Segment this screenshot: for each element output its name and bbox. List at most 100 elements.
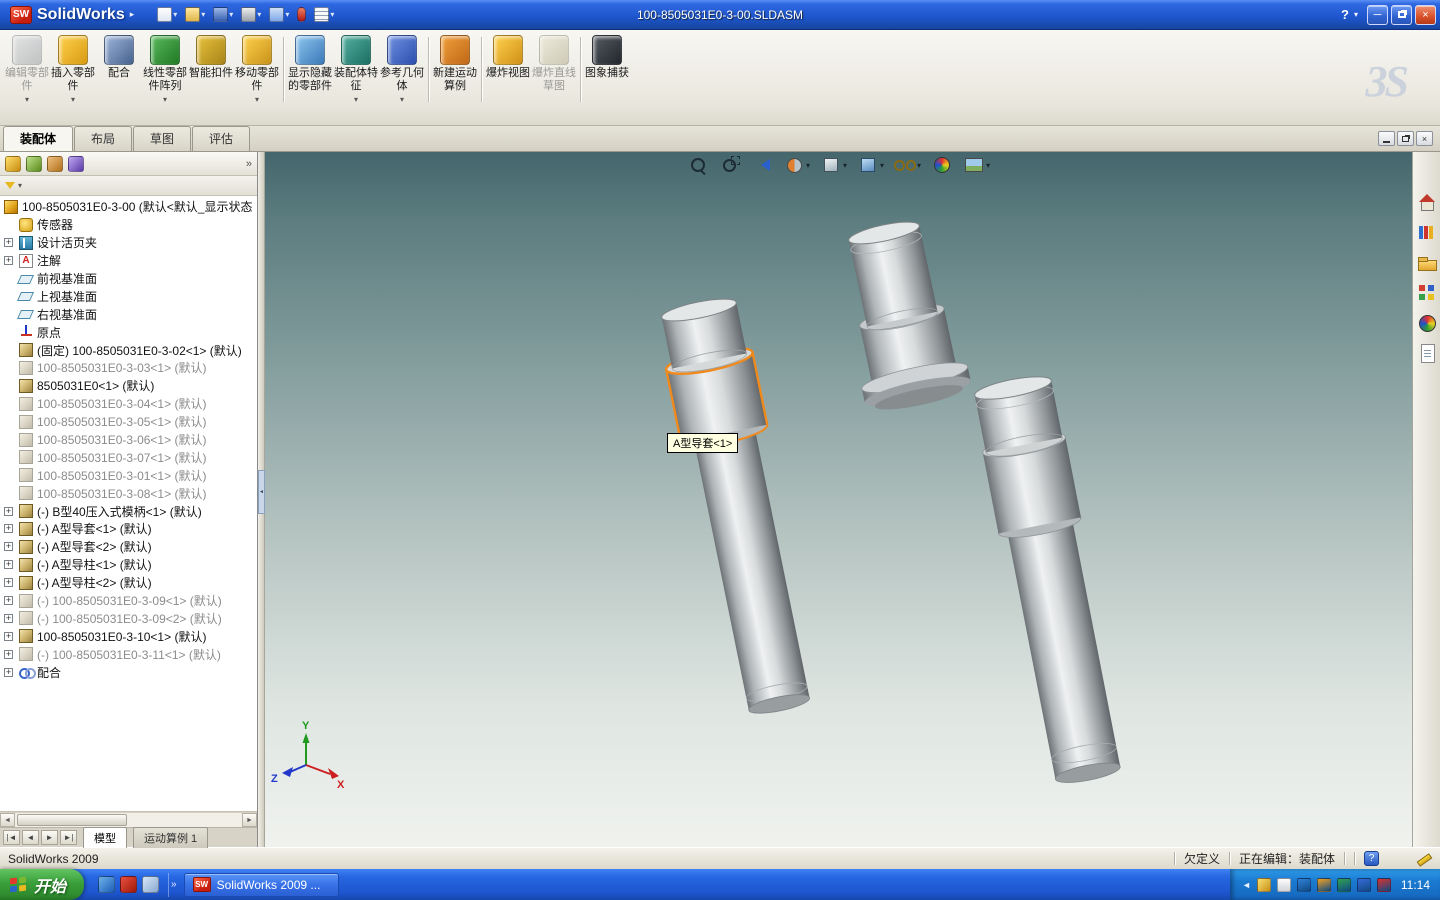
tree-item[interactable]: 传感器 [0, 216, 257, 234]
tree-item[interactable]: 100-8505031E0-3-00 (默认<默认_显示状态 [0, 198, 257, 216]
expand-toggle[interactable]: + [4, 578, 13, 588]
tree-item[interactable]: + (-) 100-8505031E0-3-11<1> (默认) [0, 645, 257, 663]
dropdown-arrow-icon[interactable]: ▾ [285, 10, 289, 19]
solidworks-shortcut-icon[interactable] [120, 876, 138, 893]
dropdown-arrow-icon[interactable]: ▾ [163, 95, 167, 104]
quick-launch-overflow-chevron-icon[interactable]: » [171, 879, 177, 890]
design-library-button[interactable] [1416, 222, 1438, 244]
tree-filter-bar[interactable]: ▾ [0, 176, 257, 196]
edit-component-button[interactable]: 编辑零部件 ▾ [4, 33, 50, 106]
options-button[interactable]: ▾ [311, 5, 337, 24]
solidworks-resources-button[interactable] [1416, 192, 1438, 214]
doc-close-button[interactable]: × [1416, 131, 1433, 146]
doc-restore-button[interactable] [1397, 131, 1414, 146]
tree-item[interactable]: 前视基准面 [0, 270, 257, 288]
dropdown-arrow-icon[interactable]: ▾ [806, 161, 810, 170]
tree-item[interactable]: + (-) 100-8505031E0-3-09<2> (默认) [0, 609, 257, 627]
dropdown-arrow-icon[interactable]: ▾ [255, 95, 259, 104]
tab-assembly[interactable]: 装配体 [3, 126, 74, 151]
view-palette-button[interactable] [1416, 282, 1438, 304]
viewport-canvas[interactable]: Y X Z [265, 152, 1411, 847]
dropdown-arrow-icon[interactable]: ▾ [229, 10, 233, 19]
tree-item[interactable]: 8505031E0<1> (默认) [0, 377, 257, 395]
restore-button[interactable] [1391, 4, 1412, 25]
tree-item[interactable]: +100-8505031E0-3-10<1> (默认) [0, 627, 257, 645]
tree-item[interactable]: (固定) 100-8505031E0-3-02<1> (默认) [0, 341, 257, 359]
tray-icon-4[interactable] [1356, 877, 1371, 892]
exploded-view-button[interactable]: 爆炸视图 [485, 33, 531, 82]
graphics-viewport[interactable]: Y X Z ▾ ▾ ▾ ▾ ▾ A型导套<1> [265, 152, 1412, 847]
section-view-button[interactable]: ▾ [783, 155, 810, 175]
apply-scene-button[interactable]: ▾ [963, 155, 990, 175]
file-explorer-button[interactable] [1416, 252, 1438, 274]
dropdown-arrow-icon[interactable]: ▾ [257, 10, 261, 19]
explode-line-sketch-button[interactable]: 爆炸直线草图 [531, 33, 577, 95]
scroll-right-button[interactable]: ► [242, 813, 257, 827]
edit-appearance-button[interactable] [931, 155, 953, 175]
tree-item[interactable]: 100-8505031E0-3-03<1> (默认) [0, 359, 257, 377]
tree-item[interactable]: + (-) A型导柱<1> (默认) [0, 556, 257, 574]
tree-item[interactable]: 右视基准面 [0, 305, 257, 323]
dimxpertmanager-tab-icon[interactable] [68, 155, 84, 172]
tree-item[interactable]: 100-8505031E0-3-08<1> (默认) [0, 484, 257, 502]
tree-item[interactable]: + (-) B型40压入式模柄<1> (默认) [0, 502, 257, 520]
dropdown-arrow-icon[interactable]: ▾ [201, 10, 205, 19]
part-guide-post[interactable] [970, 372, 1130, 789]
doc-minimize-button[interactable] [1378, 131, 1395, 146]
taskbar-window-button[interactable]: SW SolidWorks 2009 ... [183, 872, 339, 897]
new-document-button[interactable]: ▾ [154, 5, 180, 24]
show-desktop-icon[interactable] [142, 876, 160, 893]
tab-sketch[interactable]: 草图 [133, 126, 192, 151]
expand-toggle[interactable]: + [4, 524, 13, 534]
display-style-button[interactable]: ▾ [857, 155, 884, 175]
expand-toggle[interactable]: + [4, 631, 13, 641]
ime-pen-icon[interactable] [1256, 877, 1271, 892]
image-capture-button[interactable]: 图象捕获 [584, 33, 630, 82]
tray-icon-5[interactable] [1376, 877, 1391, 892]
tab-evaluate[interactable]: 评估 [192, 126, 251, 151]
dropdown-arrow-icon[interactable]: ▾ [354, 95, 358, 104]
move-component-button[interactable]: 移动零部件 ▾ [234, 33, 280, 106]
open-document-button[interactable]: ▾ [182, 5, 208, 24]
expand-toggle[interactable]: + [4, 613, 13, 623]
print-document-button[interactable]: ▾ [238, 5, 264, 24]
dropdown-arrow-icon[interactable]: ▾ [843, 161, 847, 170]
tree-horizontal-scrollbar[interactable]: ◄ ► [0, 812, 257, 827]
scrollbar-thumb[interactable] [17, 814, 127, 826]
save-document-button[interactable]: ▾ [210, 5, 236, 24]
splitter-collapse-handle[interactable]: ◄ [258, 470, 265, 514]
configurationmanager-tab-icon[interactable] [47, 155, 63, 172]
last-tab-button[interactable]: ►| [60, 830, 77, 845]
tree-item[interactable]: 原点 [0, 323, 257, 341]
dropdown-arrow-icon[interactable]: ▾ [71, 95, 75, 104]
custom-properties-button[interactable] [1416, 342, 1438, 364]
tray-collapse-chevron-icon[interactable]: ◄ [1242, 880, 1251, 890]
zoom-to-area-button[interactable] [719, 155, 741, 175]
menu-expand-arrow-icon[interactable]: ▸ [130, 9, 135, 20]
previous-view-button[interactable] [751, 155, 773, 175]
tree-item[interactable]: + 配合 [0, 663, 257, 681]
smart-fasteners-button[interactable]: 智能扣件 [188, 33, 234, 82]
reference-geometry-button[interactable]: 参考几何体 ▾ [379, 33, 425, 106]
undo-button[interactable]: ▾ [266, 5, 292, 24]
panel-overflow-chevron-icon[interactable]: » [246, 158, 252, 170]
expand-toggle[interactable]: + [4, 238, 13, 248]
expand-toggle[interactable]: + [4, 542, 13, 552]
dropdown-arrow-icon[interactable]: ▾ [173, 10, 177, 19]
expand-toggle[interactable]: + [4, 560, 13, 570]
dropdown-arrow-icon[interactable]: ▾ [330, 10, 334, 19]
tree-item[interactable]: 100-8505031E0-3-06<1> (默认) [0, 431, 257, 449]
tab-model[interactable]: 模型 [83, 827, 127, 848]
propertymanager-tab-icon[interactable] [26, 155, 42, 172]
tree-item[interactable]: + 设计活页夹 [0, 234, 257, 252]
help-button[interactable]: ? [1339, 7, 1351, 22]
tree-item[interactable]: 100-8505031E0-3-04<1> (默认) [0, 395, 257, 413]
insert-component-button[interactable]: 插入零部件 ▾ [50, 33, 96, 106]
tree-item[interactable]: 100-8505031E0-3-01<1> (默认) [0, 466, 257, 484]
tree-item[interactable]: + (-) A型导套<1> (默认) [0, 520, 257, 538]
expand-toggle[interactable]: + [4, 596, 13, 606]
expand-toggle[interactable]: + [4, 649, 13, 659]
tree-item[interactable]: + (-) A型导套<2> (默认) [0, 538, 257, 556]
tree-item[interactable]: 上视基准面 [0, 287, 257, 305]
ime-keyboard-icon[interactable] [1276, 877, 1291, 892]
